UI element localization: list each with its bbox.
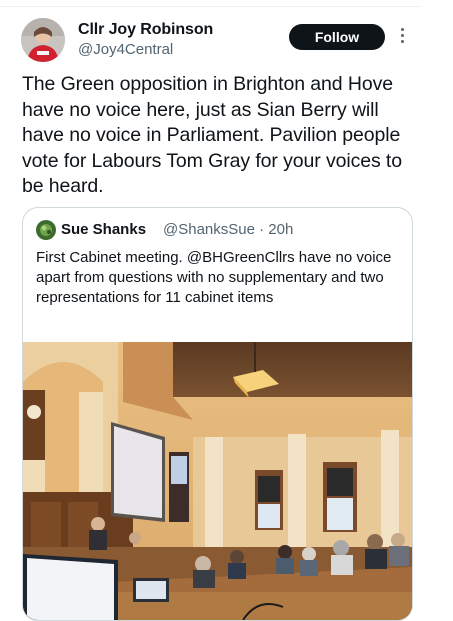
profile-photo [21,18,65,62]
quoted-avatar-photo [36,220,56,240]
author-handle[interactable]: @Joy4Central [78,41,173,58]
quoted-display-name[interactable]: Sue Shanks [61,221,146,238]
quoted-text: First Cabinet meeting. @BHGreenCllrs hav… [36,249,392,306]
council-chamber-photo[interactable] [23,342,412,620]
top-divider [0,6,422,7]
post-text: The Green opposition in Brighton and Hov… [22,73,402,197]
quoted-handle-time[interactable]: @ShanksSue · 20h [163,221,293,238]
author-avatar[interactable] [21,18,65,62]
author-display-name[interactable]: Cllr Joy Robinson [78,21,213,39]
follow-button[interactable]: Follow [289,24,385,50]
quoted-author-avatar[interactable] [36,220,56,240]
quoted-post-card[interactable]: Sue Shanks @ShanksSue · 20h First Cabine… [22,207,413,621]
more-options-icon[interactable] [398,28,406,46]
